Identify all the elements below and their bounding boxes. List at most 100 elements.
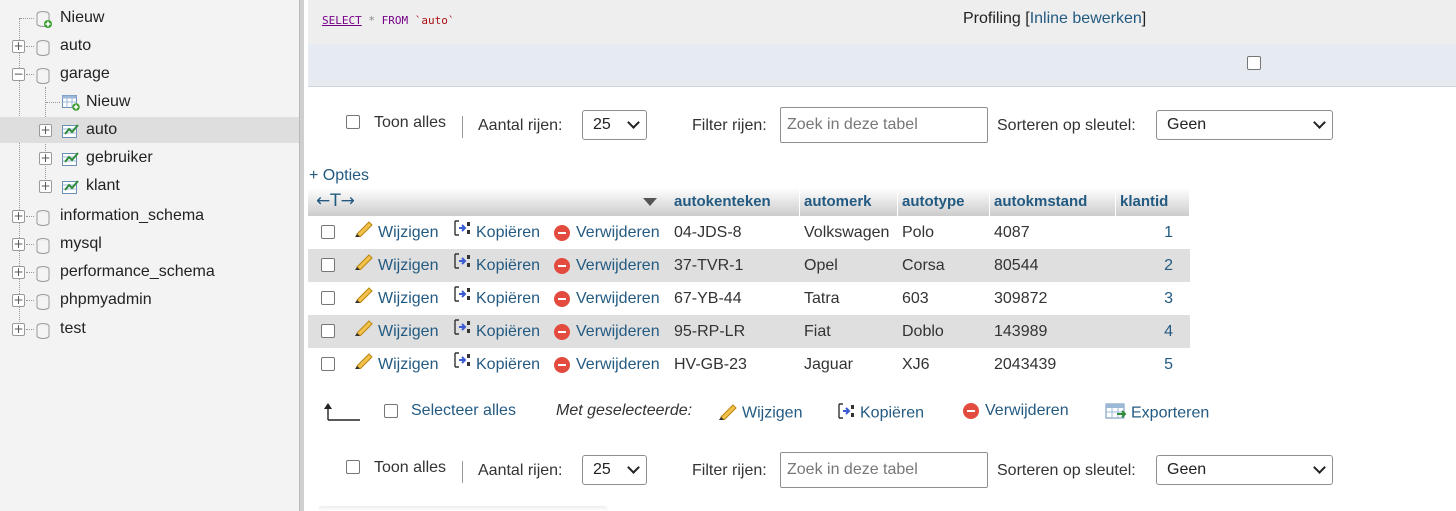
sort-dropdown-icon[interactable] bbox=[643, 198, 657, 206]
edit-button[interactable]: Wijzigen bbox=[354, 216, 438, 249]
cell-automerk[interactable]: Fiat bbox=[804, 315, 831, 348]
nav-db-test[interactable]: + test bbox=[0, 316, 299, 342]
expand-plus-icon[interactable]: + bbox=[12, 294, 25, 307]
cell-autokenteken[interactable]: 95-RP-LR bbox=[674, 315, 745, 348]
cell-autotype[interactable]: 603 bbox=[902, 282, 929, 315]
row-checkbox[interactable] bbox=[321, 291, 335, 305]
nav-table-gebruiker[interactable]: + gebruiker bbox=[0, 145, 299, 171]
cell-autokmstand[interactable]: 309872 bbox=[994, 282, 1047, 315]
row-checkbox[interactable] bbox=[321, 258, 335, 272]
expand-plus-icon[interactable]: + bbox=[12, 238, 25, 251]
cell-automerk[interactable]: Jaguar bbox=[804, 348, 853, 381]
copy-button[interactable]: Kopiëren bbox=[452, 348, 540, 381]
expand-plus-icon[interactable]: + bbox=[12, 323, 25, 336]
nav-db-information-schema[interactable]: + information_schema bbox=[0, 203, 299, 229]
copy-button[interactable]: Kopiëren bbox=[452, 216, 540, 249]
nav-db-auto[interactable]: + auto bbox=[0, 33, 299, 59]
select-all-link[interactable]: Selecteer alles bbox=[411, 402, 516, 420]
copy-button[interactable]: Kopiëren bbox=[452, 282, 540, 315]
expand-plus-icon[interactable]: + bbox=[12, 40, 25, 53]
cell-klantid[interactable]: 1 bbox=[1153, 216, 1173, 249]
column-header[interactable]: klantid bbox=[1116, 188, 1190, 216]
nav-db-mysql[interactable]: + mysql bbox=[0, 231, 299, 257]
column-header[interactable]: automerk bbox=[800, 188, 898, 216]
edit-label: Wijzigen bbox=[378, 290, 439, 307]
edit-button[interactable]: Wijzigen bbox=[354, 282, 438, 315]
nav-table-auto[interactable]: + auto bbox=[0, 117, 299, 143]
cell-klantid[interactable]: 2 bbox=[1153, 249, 1173, 282]
expand-plus-icon[interactable]: + bbox=[39, 180, 52, 193]
nav-db-phpmyadmin[interactable]: + phpmyadmin bbox=[0, 287, 299, 313]
cell-autokmstand[interactable]: 4087 bbox=[994, 216, 1030, 249]
row-checkbox[interactable] bbox=[321, 324, 335, 338]
copy-button[interactable]: Kopiëren bbox=[452, 315, 540, 348]
column-header[interactable]: autokenteken bbox=[670, 188, 800, 216]
cell-automerk[interactable]: Opel bbox=[804, 249, 838, 282]
table-row[interactable]: Wijzigen Kopiëren Verwijderen 04-JDS-8 Volks… bbox=[308, 216, 1190, 249]
sort-select[interactable]: Geen bbox=[1156, 455, 1333, 485]
cell-autokenteken[interactable]: HV-GB-23 bbox=[674, 348, 747, 381]
filter-input[interactable]: Zoek in deze tabel bbox=[780, 107, 988, 143]
cell-autotype[interactable]: Polo bbox=[902, 216, 934, 249]
table-row[interactable]: Wijzigen Kopiëren Verwijderen 95-RP-LR Fiat D… bbox=[308, 315, 1190, 348]
rows-select[interactable]: 25 bbox=[582, 455, 647, 485]
edit-button[interactable]: Wijzigen bbox=[354, 315, 438, 348]
nav-db-garage[interactable]: − garage bbox=[0, 61, 299, 87]
cell-autokmstand[interactable]: 143989 bbox=[994, 315, 1047, 348]
column-header[interactable]: autotype bbox=[898, 188, 990, 216]
cell-klantid[interactable]: 3 bbox=[1153, 282, 1173, 315]
rows-select[interactable]: 25 bbox=[582, 110, 647, 140]
cell-autotype[interactable]: XJ6 bbox=[902, 348, 930, 381]
nav-resize-handle[interactable] bbox=[299, 0, 304, 511]
delete-button[interactable]: Verwijderen bbox=[554, 315, 660, 348]
inline-edit-link[interactable]: Inline bewerken bbox=[1030, 10, 1142, 27]
nav-db-performance-schema[interactable]: + performance_schema bbox=[0, 259, 299, 285]
delete-button[interactable]: Verwijderen bbox=[554, 249, 660, 282]
show-all-checkbox[interactable] bbox=[346, 460, 360, 474]
cell-autokmstand[interactable]: 80544 bbox=[994, 249, 1039, 282]
sort-select[interactable]: Geen bbox=[1156, 110, 1333, 140]
bulk-copy-button[interactable]: Kopiëren bbox=[836, 402, 924, 425]
show-all-checkbox[interactable] bbox=[346, 115, 360, 129]
table-row[interactable]: Wijzigen Kopiëren Verwijderen HV-GB-23 Jagua… bbox=[308, 348, 1190, 381]
collapse-minus-icon[interactable]: − bbox=[12, 68, 25, 81]
options-link[interactable]: + Opties bbox=[309, 167, 369, 185]
row-checkbox[interactable] bbox=[321, 357, 335, 371]
cell-autokenteken[interactable]: 67-YB-44 bbox=[674, 282, 742, 315]
filter-input[interactable]: Zoek in deze tabel bbox=[780, 452, 988, 488]
bulk-export-button[interactable]: Exporteren bbox=[1105, 402, 1209, 425]
edit-button[interactable]: Wijzigen bbox=[354, 348, 438, 381]
cell-klantid[interactable]: 5 bbox=[1153, 348, 1173, 381]
expand-plus-icon[interactable]: + bbox=[12, 210, 25, 223]
cell-autotype[interactable]: Corsa bbox=[902, 249, 945, 282]
bulk-edit-button[interactable]: Wijzigen bbox=[718, 402, 802, 425]
nav-new-table[interactable]: Nieuw bbox=[0, 89, 299, 115]
delete-button[interactable]: Verwijderen bbox=[554, 348, 660, 381]
delete-button[interactable]: Verwijderen bbox=[554, 216, 660, 249]
expand-plus-icon[interactable]: + bbox=[39, 152, 52, 165]
cell-automerk[interactable]: Volkswagen bbox=[804, 216, 889, 249]
cell-autokmstand[interactable]: 2043439 bbox=[994, 348, 1056, 381]
cell-automerk[interactable]: Tatra bbox=[804, 282, 840, 315]
copy-button[interactable]: Kopiëren bbox=[452, 249, 540, 282]
profiling-checkbox[interactable] bbox=[1247, 56, 1261, 70]
tree-line bbox=[20, 18, 34, 19]
table-row[interactable]: Wijzigen Kopiëren Verwijderen 67-YB-44 Tatra… bbox=[308, 282, 1190, 315]
cell-klantid[interactable]: 4 bbox=[1153, 315, 1173, 348]
cell-autotype[interactable]: Doblo bbox=[902, 315, 944, 348]
delete-button[interactable]: Verwijderen bbox=[554, 282, 660, 315]
cell-autokenteken[interactable]: 37-TVR-1 bbox=[674, 249, 743, 282]
row-checkbox[interactable] bbox=[321, 225, 335, 239]
expand-plus-icon[interactable]: + bbox=[12, 266, 25, 279]
nav-table-klant[interactable]: + klant bbox=[0, 173, 299, 199]
table-row[interactable]: Wijzigen Kopiëren Verwijderen 37-TVR-1 Opel C… bbox=[308, 249, 1190, 282]
edit-button[interactable]: Wijzigen bbox=[354, 249, 438, 282]
column-header[interactable]: autokmstand bbox=[990, 188, 1116, 216]
expand-plus-icon[interactable]: + bbox=[39, 124, 52, 137]
nav-new-database[interactable]: Nieuw bbox=[0, 5, 299, 31]
column-resize-arrows-icon[interactable]: ←T→ bbox=[316, 191, 355, 211]
sql-keyword[interactable]: SELECT bbox=[322, 14, 362, 27]
select-all-checkbox[interactable] bbox=[384, 404, 398, 418]
bulk-delete-button[interactable]: Verwijderen bbox=[963, 402, 1069, 420]
cell-autokenteken[interactable]: 04-JDS-8 bbox=[674, 216, 742, 249]
